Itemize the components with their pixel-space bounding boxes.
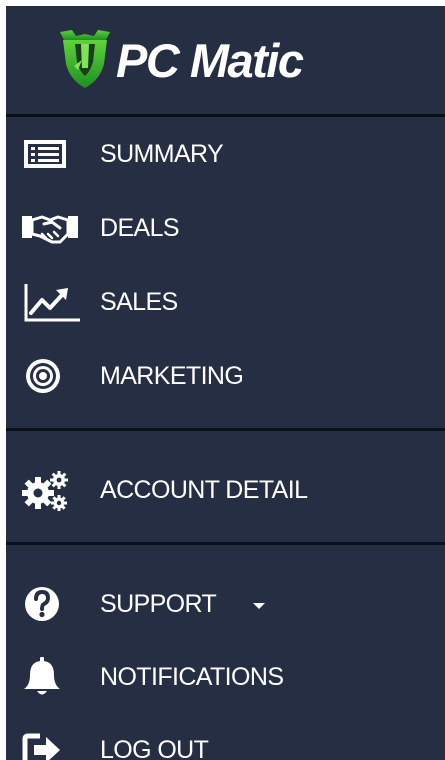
target-icon: [20, 354, 80, 398]
nav-item-label: ACCOUNT DETAIL: [100, 476, 308, 504]
nav-item-label: NOTIFICATIONS: [100, 663, 284, 691]
nav-item-label: SUMMARY: [100, 140, 224, 168]
nav-item-label: SUPPORT: [100, 590, 217, 618]
divider: [6, 428, 445, 431]
nav-item-summary[interactable]: SUMMARY: [6, 124, 445, 184]
nav-item-label: LOG OUT: [100, 736, 209, 760]
nav-item-sales[interactable]: SALES: [6, 272, 445, 332]
divider: [6, 542, 445, 545]
shield-icon: [54, 26, 116, 92]
nav-item-label: DEALS: [100, 214, 180, 242]
nav-item-account-detail[interactable]: ACCOUNT DETAIL: [6, 460, 445, 520]
handshake-icon: [20, 206, 80, 250]
nav-item-marketing[interactable]: MARKETING: [6, 346, 445, 406]
nav-item-log-out[interactable]: LOG OUT: [6, 720, 445, 760]
brand-logo[interactable]: PC Matic: [6, 6, 445, 114]
divider: [6, 114, 445, 117]
line-chart-icon: [20, 280, 80, 324]
nav-item-notifications[interactable]: NOTIFICATIONS: [6, 647, 445, 707]
bell-icon: [20, 655, 80, 699]
nav-item-deals[interactable]: DEALS: [6, 198, 445, 258]
question-icon: [20, 582, 80, 626]
nav-item-label: MARKETING: [100, 362, 244, 390]
chevron-down-icon: [253, 603, 265, 609]
nav-item-support[interactable]: SUPPORT: [6, 574, 445, 634]
nav-item-label: SALES: [100, 288, 178, 316]
brand-name: PC Matic: [116, 34, 304, 87]
sidebar: PC Matic SUMMARY DEALS SALES MARKETING A…: [6, 6, 445, 760]
list-icon: [20, 132, 80, 176]
gears-icon: [20, 468, 80, 512]
sign-out-icon: [20, 728, 80, 760]
